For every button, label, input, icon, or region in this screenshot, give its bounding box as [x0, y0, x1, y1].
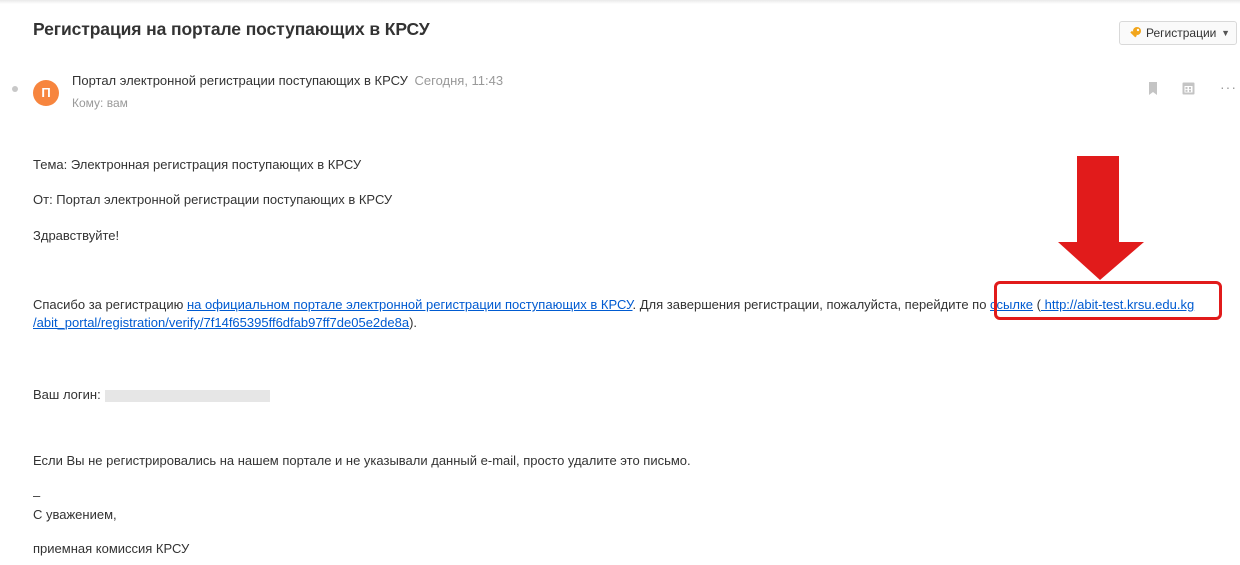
- folder-dropdown-button[interactable]: Регистрации ▼: [1119, 21, 1237, 45]
- more-icon[interactable]: ···: [1220, 79, 1237, 95]
- key-icon: [1130, 27, 1141, 38]
- folder-dropdown-label: Регистрации: [1146, 26, 1217, 40]
- red-arrow-down-icon: [1058, 156, 1144, 280]
- email-subject: Регистрация на портале поступающих в КРС…: [33, 19, 430, 39]
- paren-close: ).: [409, 315, 418, 330]
- link-highlight-box: [994, 281, 1222, 320]
- bookmark-icon[interactable]: [1148, 82, 1158, 95]
- body-from-line: От: Портал электронной регистрации посту…: [33, 192, 393, 207]
- login-label: Ваш логин:: [33, 387, 101, 402]
- sender-name[interactable]: Портал электронной регистрации поступающ…: [72, 73, 408, 88]
- login-line: Ваш логин:: [33, 387, 270, 402]
- sender-avatar[interactable]: П: [33, 80, 59, 106]
- recipient-line[interactable]: Кому: вам: [72, 96, 128, 110]
- sender-line: Портал электронной регистрации поступающ…: [72, 73, 503, 88]
- message-actions: ···: [1148, 79, 1237, 100]
- ignore-note: Если Вы не регистрировались на нашем пор…: [33, 453, 691, 468]
- thanks-middle: . Для завершения регистрации, пожалуйста…: [632, 297, 991, 312]
- thanks-prefix: Спасибо за регистрацию: [33, 297, 187, 312]
- body-greeting: Здравствуйте!: [33, 228, 120, 243]
- body-theme-line: Тема: Электронная регистрация поступающи…: [33, 157, 362, 172]
- signature-dash: –: [33, 488, 41, 503]
- chevron-down-icon: ▼: [1221, 28, 1230, 38]
- email-date: Сегодня, 11:43: [414, 73, 504, 88]
- regards-line: С уважением,: [33, 507, 117, 522]
- calendar-icon[interactable]: [1182, 81, 1195, 95]
- signature-line: приемная комиссия КРСУ: [33, 541, 190, 556]
- unread-dot[interactable]: [12, 86, 18, 92]
- login-redacted: [104, 389, 270, 402]
- verify-url-link-part2[interactable]: /abit_portal/registration/verify/7f14f65…: [33, 315, 409, 330]
- portal-link[interactable]: на официальном портале электронной регис…: [187, 297, 633, 312]
- top-shadow: [0, 0, 1240, 4]
